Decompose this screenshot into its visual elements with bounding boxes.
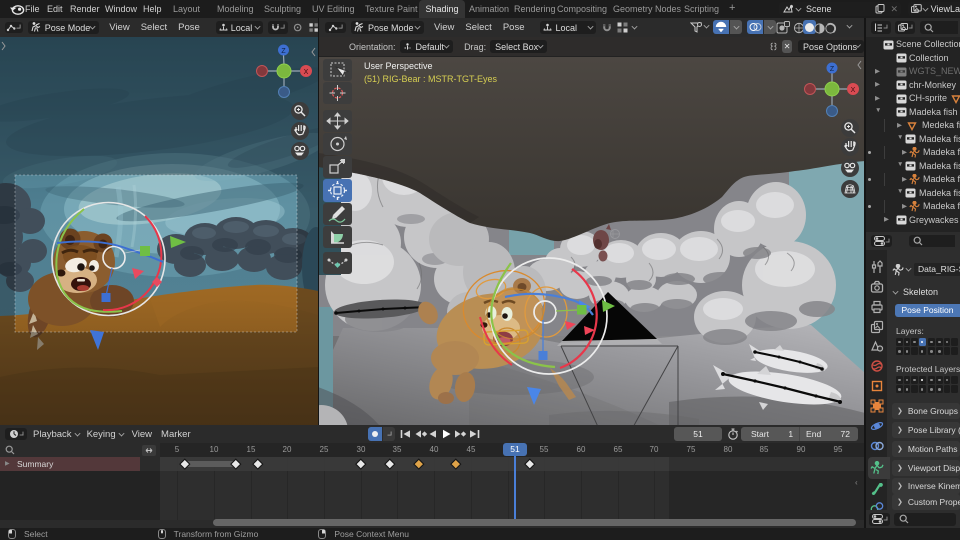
svg-text:X: X <box>304 69 309 76</box>
svg-text:User Perspective: User Perspective <box>364 61 433 71</box>
svg-text:(51) RIG-Bear : MSTR-TGT-Eyes: (51) RIG-Bear : MSTR-TGT-Eyes <box>364 74 498 84</box>
svg-text:X: X <box>851 87 856 94</box>
svg-text:Z: Z <box>830 66 835 73</box>
svg-text:Z: Z <box>281 48 286 55</box>
